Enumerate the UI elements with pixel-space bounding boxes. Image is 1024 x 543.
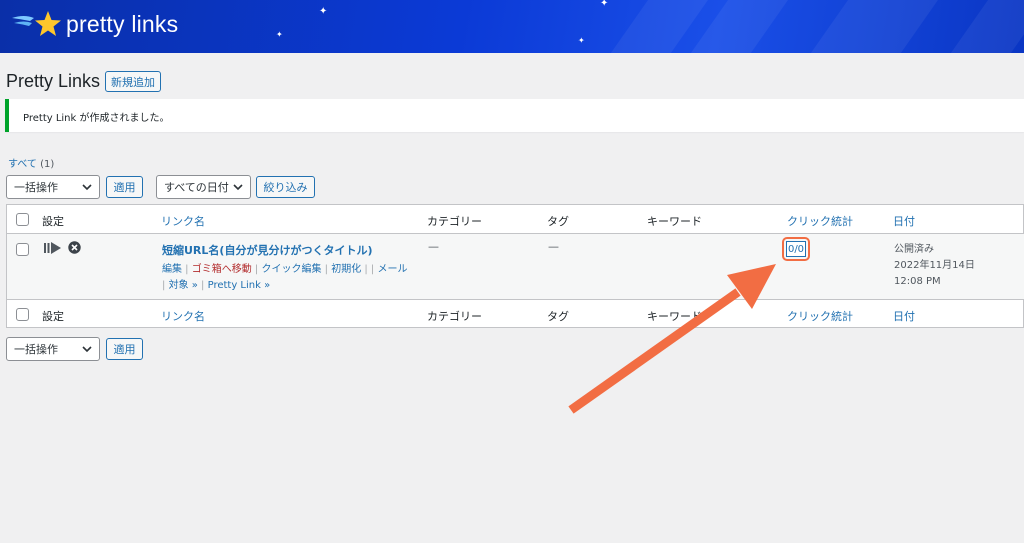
logo-text: pretty links — [66, 10, 179, 37]
col-tags: タグ — [547, 215, 569, 228]
bulk-action-select[interactable]: 一括操作 — [6, 175, 100, 199]
col-category: カテゴリー — [427, 215, 482, 228]
mail-action[interactable]: メール — [377, 264, 407, 275]
pretty-link-action[interactable]: Pretty Link » — [208, 280, 271, 291]
date-filter-select[interactable]: すべての日付 — [156, 175, 251, 199]
col-click-stats[interactable]: クリック統計 — [787, 213, 853, 229]
success-notice: Pretty Link が作成されました。 — [5, 99, 1024, 132]
page-title: Pretty Links — [6, 71, 101, 91]
chevron-down-icon — [82, 346, 92, 353]
chevron-down-icon — [233, 184, 243, 191]
edit-action[interactable]: 編集 — [162, 264, 182, 275]
col-link-name[interactable]: リンク名 — [161, 308, 205, 324]
date-cell: 公開済み 2022年11月14日 12:08 PM — [894, 242, 975, 290]
trash-action[interactable]: ゴミ箱へ移動 — [192, 264, 252, 275]
date-filter-value: すべての日付 — [164, 181, 229, 194]
reset-action[interactable]: 初期化 — [331, 264, 361, 275]
sparkle-icon: ✦ — [276, 30, 283, 39]
row-actions: 編集 | ゴミ箱へ移動 | クイック編集 | 初期化 | | メール | 対象 … — [162, 264, 408, 291]
tags-value: — — [548, 240, 559, 253]
table-header: 設定 リンク名 カテゴリー タグ キーワード クリック統計 日付 — [7, 205, 1024, 234]
sparkle-icon: ✦ — [578, 36, 585, 45]
bulk-action-select-bottom[interactable]: 一括操作 — [6, 337, 100, 361]
status-text: 公開済み — [894, 244, 934, 255]
col-date[interactable]: 日付 — [893, 308, 915, 324]
col-settings: 設定 — [42, 215, 64, 228]
links-table: 設定 リンク名 カテゴリー タグ キーワード クリック統計 日付 短縮URL名(… — [6, 204, 1024, 328]
notice-text: Pretty Link が作成されました。 — [23, 113, 170, 124]
chevron-down-icon — [82, 184, 92, 191]
redirect-icon[interactable] — [44, 242, 62, 254]
row-checkbox[interactable] — [16, 243, 29, 256]
banner-decoration — [777, 0, 953, 53]
apply-button-bottom[interactable]: 適用 — [106, 338, 143, 360]
col-click-stats[interactable]: クリック統計 — [787, 308, 853, 324]
view-all-link[interactable]: すべて — [8, 159, 37, 170]
click-stats-link[interactable]: 0/0 — [786, 241, 806, 257]
close-circle-icon[interactable] — [68, 241, 81, 254]
col-link-name[interactable]: リンク名 — [161, 213, 205, 229]
link-title[interactable]: 短縮URL名(自分が見分けがつくタイトル) — [162, 242, 372, 258]
col-tags: タグ — [547, 310, 569, 323]
quick-edit-action[interactable]: クイック編集 — [261, 264, 321, 275]
filter-button[interactable]: 絞り込み — [256, 176, 315, 198]
sparkle-icon: ✦ — [319, 6, 328, 17]
target-action[interactable]: 対象 » — [169, 280, 198, 291]
apply-button[interactable]: 適用 — [106, 176, 143, 198]
view-filter: すべて (1) — [8, 155, 54, 170]
col-keywords: キーワード — [647, 310, 702, 323]
logo[interactable]: pretty links — [10, 8, 178, 40]
time-text: 12:08 PM — [894, 276, 941, 287]
date-text: 2022年11月14日 — [894, 260, 975, 271]
sparkle-icon: ✦ — [600, 0, 609, 9]
col-category: カテゴリー — [427, 310, 482, 323]
select-all-checkbox-footer[interactable] — [16, 308, 29, 321]
category-value: — — [428, 240, 439, 253]
table-footer: 設定 リンク名 カテゴリー タグ キーワード クリック統計 日付 — [7, 299, 1024, 328]
bulk-action-value: 一括操作 — [14, 181, 58, 194]
header-banner: pretty links ✦ ✦ ✦ ✦ — [0, 0, 1024, 53]
add-new-button[interactable]: 新規追加 — [105, 71, 161, 92]
col-settings: 設定 — [42, 310, 64, 323]
table-row: 短縮URL名(自分が見分けがつくタイトル) 編集 | ゴミ箱へ移動 | クイック… — [7, 234, 1024, 299]
bulk-action-value: 一括操作 — [14, 343, 58, 356]
banner-decoration — [917, 0, 1024, 53]
view-all-count: (1) — [40, 159, 55, 170]
col-date[interactable]: 日付 — [893, 213, 915, 229]
select-all-checkbox[interactable] — [16, 213, 29, 226]
star-wings-icon — [12, 11, 61, 36]
col-keywords: キーワード — [647, 215, 702, 228]
